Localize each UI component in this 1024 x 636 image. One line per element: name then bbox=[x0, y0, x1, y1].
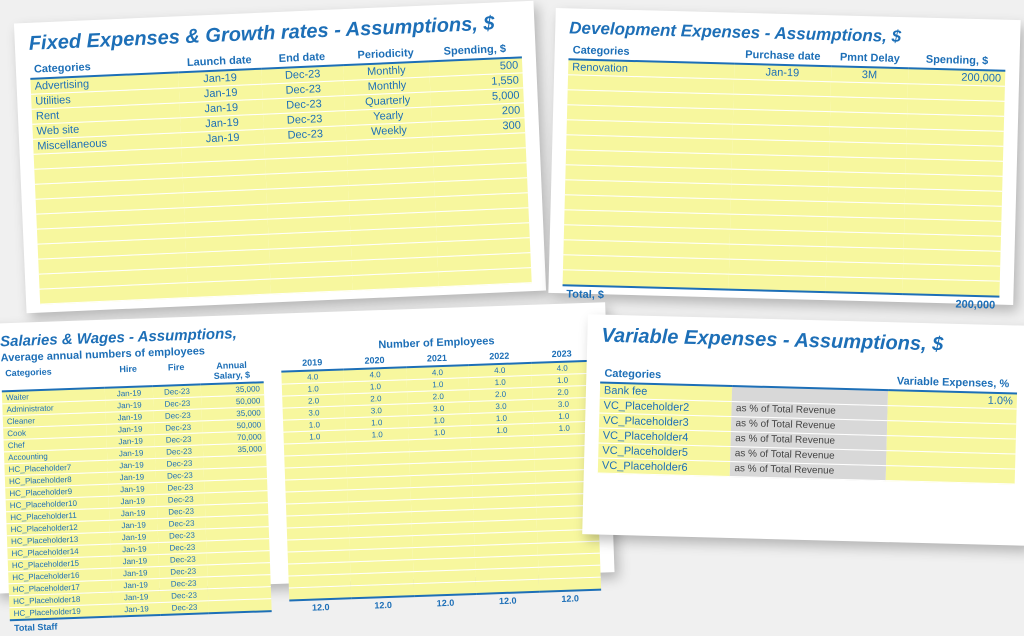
sal-total-value: 12.0 bbox=[476, 592, 539, 609]
var-title: Variable Expenses - Assumptions, $ bbox=[601, 325, 1018, 359]
sal-col-0: Categories bbox=[1, 363, 105, 392]
sal-total-value: 12.0 bbox=[414, 594, 477, 611]
sal-right-table: 201920202021202220234.04.04.04.04.01.01.… bbox=[281, 346, 602, 616]
dev-total-value: 200,000 bbox=[902, 294, 1000, 314]
sal-total-value: 12.0 bbox=[352, 596, 415, 613]
basis-cell[interactable]: as % of Total Revenue bbox=[730, 461, 886, 480]
cell[interactable] bbox=[270, 275, 353, 294]
dev-expenses-card: Development Expenses - Assumptions, $ Ca… bbox=[548, 8, 1020, 305]
sal-col-3: Annual Salary, $ bbox=[200, 357, 264, 384]
cell[interactable] bbox=[886, 466, 1015, 484]
sal-left-table: CategoriesHireFireAnnual Salary, $Waiter… bbox=[1, 357, 272, 635]
fixed-expenses-card: Fixed Expenses & Growth rates - Assumpti… bbox=[14, 1, 546, 313]
variable-expenses-card: Variable Expenses - Assumptions, $ Categ… bbox=[582, 314, 1024, 546]
var-table: CategoriesVariable Expenses, %Bank fee1.… bbox=[598, 366, 1018, 485]
cell[interactable] bbox=[353, 272, 439, 291]
sal-total-label: Total Staff bbox=[10, 617, 113, 636]
cell[interactable]: VC_Placeholder6 bbox=[598, 458, 731, 476]
fixed-table: CategoriesLaunch dateEnd datePeriodicity… bbox=[30, 40, 532, 304]
dev-col-2: Pmnt Delay bbox=[831, 49, 908, 68]
sal-col-1: Hire bbox=[104, 361, 153, 388]
sal-total-value: 12.0 bbox=[539, 590, 602, 607]
sal-col-2: Fire bbox=[152, 359, 201, 386]
dev-table: CategoriesPurchase datePmnt DelaySpendin… bbox=[562, 42, 1006, 313]
cell[interactable] bbox=[438, 268, 532, 287]
cell[interactable] bbox=[187, 279, 271, 298]
salaries-card: Salaries & Wages - Assumptions, Average … bbox=[0, 302, 615, 593]
sal-total-value: 12.0 bbox=[289, 598, 352, 615]
